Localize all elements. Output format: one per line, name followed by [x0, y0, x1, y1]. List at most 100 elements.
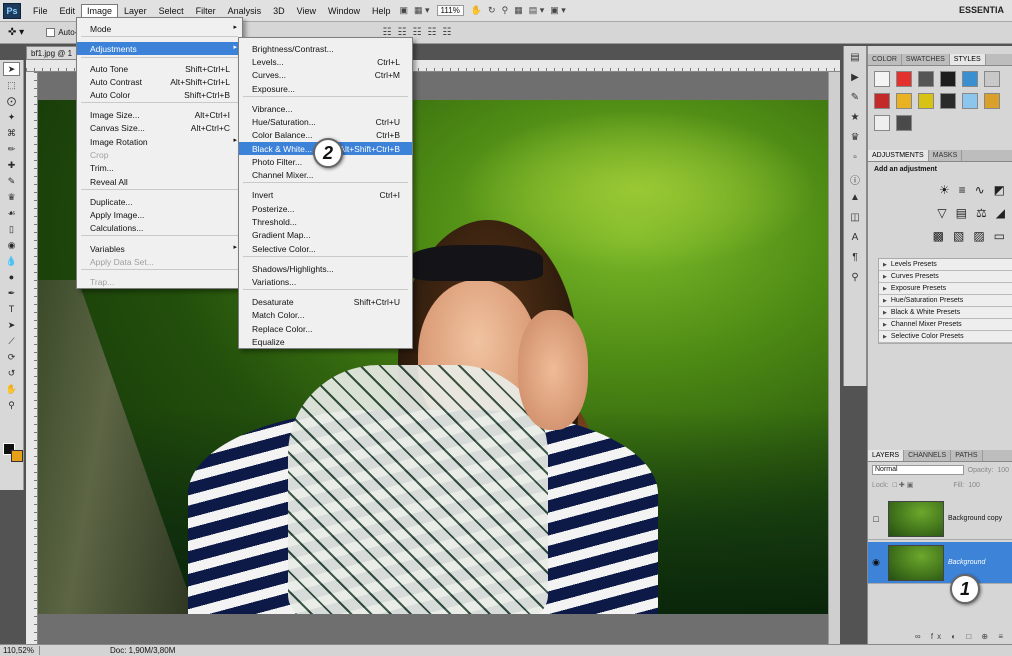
adj-menu-item-brightness-contrast[interactable]: Brightness/Contrast...	[239, 42, 412, 55]
3d-orbit-icon[interactable]: ↺	[3, 366, 20, 380]
image-menu-item-trim[interactable]: Trim...	[77, 161, 242, 174]
crop-tool-icon[interactable]: ⌘	[3, 126, 20, 140]
preset-selective-color[interactable]: Selective Color Presets	[879, 331, 1012, 343]
image-menu-item-auto-contrast[interactable]: Auto Contrast Alt+Shift+Ctrl+L	[77, 75, 242, 88]
image-menu-item-canvas-size[interactable]: Canvas Size... Alt+Ctrl+C	[77, 121, 242, 134]
preset-channel-mixer[interactable]: Channel Mixer Presets	[879, 319, 1012, 331]
brush-tool-icon[interactable]: ✎	[3, 174, 20, 188]
3d-icon[interactable]: ▲	[848, 192, 862, 206]
hand-tool-icon[interactable]: ✋	[468, 5, 485, 16]
visibility-toggle-empty[interactable]: □	[868, 514, 884, 524]
background-color-swatch[interactable]	[11, 450, 23, 462]
menu-analysis[interactable]: Analysis	[222, 4, 268, 18]
paint-bucket-icon[interactable]: ◉	[3, 238, 20, 252]
tab-masks[interactable]: MASKS	[929, 150, 963, 161]
menu-image[interactable]: Image	[81, 3, 119, 18]
blend-mode-select[interactable]: Normal	[872, 465, 964, 475]
menu-window[interactable]: Window	[322, 4, 366, 18]
lasso-tool-icon[interactable]: ⨀	[3, 94, 20, 108]
blur-tool-icon[interactable]: 💧	[3, 254, 20, 268]
levels-icon[interactable]: ≡	[959, 183, 966, 197]
pen-tool-icon[interactable]: ✒	[3, 286, 20, 300]
character-icon[interactable]: A	[848, 232, 862, 246]
tool-presets-icon[interactable]: ✎	[848, 92, 862, 106]
rotate-view-icon[interactable]: ↻	[485, 5, 499, 16]
menu-help[interactable]: Help	[366, 4, 397, 18]
preset-curves[interactable]: Curves Presets	[879, 271, 1012, 283]
menu-layer[interactable]: Layer	[118, 4, 153, 18]
info-icon[interactable]: ⓘ	[848, 172, 862, 187]
menu-edit[interactable]: Edit	[54, 4, 82, 18]
adj-menu-item-replace-color[interactable]: Replace Color...	[239, 322, 412, 335]
adj-menu-item-gradient-map[interactable]: Gradient Map...	[239, 228, 412, 241]
vibrance-icon[interactable]: ▽	[937, 206, 946, 220]
arrange-docs-icon[interactable]: ▤ ▾	[526, 5, 548, 16]
tab-styles[interactable]: STYLES	[949, 54, 986, 65]
adj-menu-item-channel-mixer[interactable]: Channel Mixer...	[239, 168, 412, 181]
curves-icon[interactable]: ∿	[975, 183, 985, 197]
workspace-switcher[interactable]: ESSENTIA	[959, 5, 1004, 15]
layer-background[interactable]: ◉ Background	[868, 542, 1012, 584]
image-menu-item-mode[interactable]: Mode ▸	[77, 22, 242, 35]
adj-menu-item-shadows-highlights[interactable]: Shadows/Highlights...	[239, 262, 412, 275]
zoom-tool-icon[interactable]: ⚲	[3, 398, 20, 412]
image-menu-item-calculations[interactable]: Calculations...	[77, 221, 242, 234]
style-swatch[interactable]	[874, 71, 890, 87]
dodge-tool-icon[interactable]: ●	[3, 270, 20, 284]
status-zoom[interactable]: 110,52%	[0, 646, 40, 655]
menu-file[interactable]: File	[27, 4, 54, 18]
move-tool-icon[interactable]: ✜ ▾	[8, 27, 24, 38]
preset-exposure[interactable]: Exposure Presets	[879, 283, 1012, 295]
adj-menu-item-curves[interactable]: Curves... Ctrl+M	[239, 68, 412, 81]
adj-menu-item-exposure[interactable]: Exposure...	[239, 82, 412, 95]
color-balance-icon[interactable]: ⚖	[976, 206, 987, 220]
auto-select-checkbox[interactable]	[46, 28, 56, 37]
history-brush-icon[interactable]: ☙	[3, 206, 20, 220]
view-extras-icon[interactable]: ▦ ▾	[411, 5, 433, 16]
adj-menu-item-variations[interactable]: Variations...	[239, 275, 412, 288]
clone-source-icon[interactable]: ♛	[848, 132, 862, 146]
hand-tool-icon[interactable]: ✋	[3, 382, 20, 396]
image-menu-item-auto-color[interactable]: Auto Color Shift+Ctrl+B	[77, 88, 242, 101]
image-menu-item-adjustments[interactable]: Adjustments ▸	[77, 42, 242, 55]
style-swatch[interactable]	[918, 71, 934, 87]
menu-3d[interactable]: 3D	[267, 4, 291, 18]
screen-mode-icon[interactable]: ▣ ▾	[547, 5, 569, 16]
tab-color[interactable]: COLOR	[868, 54, 902, 65]
menu-select[interactable]: Select	[153, 4, 190, 18]
style-swatch[interactable]	[896, 93, 912, 109]
black-white-icon[interactable]: ◢	[996, 206, 1005, 220]
tab-paths[interactable]: PATHS	[951, 450, 983, 461]
photo-filter-icon[interactable]: ▩	[933, 229, 944, 243]
adj-menu-item-invert[interactable]: Invert Ctrl+I	[239, 188, 412, 201]
image-menu-item-reveal-all[interactable]: Reveal All	[77, 175, 242, 188]
preset-hue-saturation[interactable]: Hue/Saturation Presets	[879, 295, 1012, 307]
history-icon[interactable]: ▤	[848, 52, 862, 66]
marquee-tool-icon[interactable]: ⬚	[3, 78, 20, 92]
exposure-icon[interactable]: ◩	[994, 183, 1005, 197]
grid-icon[interactable]: ▦	[511, 5, 526, 16]
3d-rotate-icon[interactable]: ⟳	[3, 350, 20, 364]
eye-icon[interactable]: ◉	[868, 557, 884, 568]
image-menu-item-image-size[interactable]: Image Size... Alt+Ctrl+I	[77, 108, 242, 121]
bridge-icon[interactable]: ▣	[397, 5, 412, 16]
adj-menu-item-equalize[interactable]: Equalize	[239, 335, 412, 348]
image-menu-item-apply-image[interactable]: Apply Image...	[77, 208, 242, 221]
style-swatch[interactable]	[940, 71, 956, 87]
animation-icon[interactable]: ◫	[848, 212, 862, 226]
zoom-level-select[interactable]: 111%	[436, 5, 464, 16]
adj-menu-item-match-color[interactable]: Match Color...	[239, 308, 412, 321]
posterize-icon[interactable]: ▨	[973, 229, 984, 243]
fill-value[interactable]: 100	[968, 482, 980, 489]
adj-menu-item-levels[interactable]: Levels... Ctrl+L	[239, 55, 412, 68]
style-swatch[interactable]	[896, 115, 912, 131]
image-menu-item-duplicate[interactable]: Duplicate...	[77, 195, 242, 208]
vertical-scrollbar[interactable]	[828, 72, 840, 644]
style-swatch[interactable]	[962, 71, 978, 87]
notes-icon[interactable]: ▫	[848, 152, 862, 166]
hue-saturation-icon[interactable]: ▤	[956, 206, 967, 220]
style-swatch[interactable]	[984, 71, 1000, 87]
layers-footer-icons[interactable]: ∞ fx ◐ □ ⊕ ≡	[868, 632, 1012, 644]
path-select-icon[interactable]: ➤	[3, 318, 20, 332]
style-swatch[interactable]	[984, 93, 1000, 109]
